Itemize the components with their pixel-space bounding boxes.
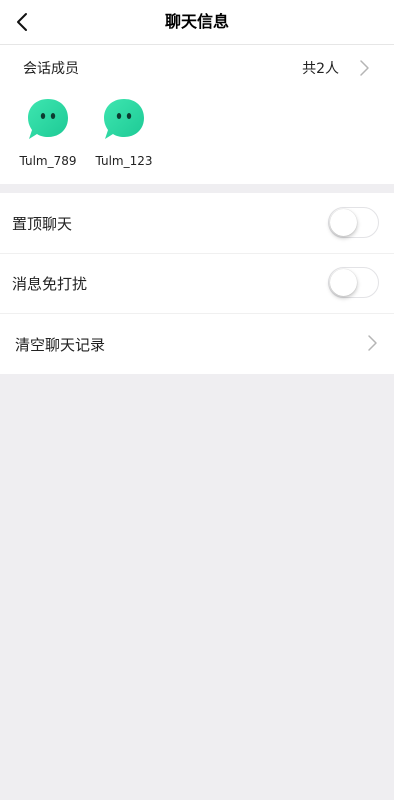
clear-history-label: 清空聊天记录: [15, 336, 106, 354]
toggle-knob: [330, 209, 357, 236]
pin-chat-label: 置顶聊天: [12, 215, 73, 233]
clear-history-row[interactable]: 清空聊天记录: [0, 313, 394, 373]
chat-bubble-avatar-icon: [28, 99, 68, 139]
pin-chat-toggle[interactable]: [328, 207, 379, 238]
toggle-knob: [330, 269, 357, 296]
setting-row-pin-chat: 置顶聊天: [0, 193, 394, 254]
chevron-right-icon: [368, 335, 377, 351]
members-title: 会话成员: [23, 61, 79, 77]
settings-list: 置顶聊天 消息免打扰 清空聊天记录: [0, 193, 394, 374]
members-section: 会话成员 共2人 Tulm_789 Tulm_123: [0, 45, 394, 184]
nav-header: 聊天信息: [0, 0, 394, 45]
mute-label: 消息免打扰: [12, 275, 88, 293]
member-item[interactable]: Tulm_123: [89, 97, 159, 168]
member-name: Tulm_789: [19, 154, 77, 168]
chat-bubble-avatar-icon: [104, 99, 144, 139]
mute-toggle[interactable]: [328, 267, 379, 298]
chevron-right-icon: [360, 60, 369, 76]
members-row[interactable]: 会话成员 共2人: [0, 45, 394, 91]
page-title: 聊天信息: [164, 12, 229, 31]
member-item[interactable]: Tulm_789: [13, 97, 83, 168]
member-name: Tulm_123: [95, 154, 153, 168]
members-count: 共2人: [302, 61, 339, 77]
setting-row-mute: 消息免打扰: [0, 253, 394, 314]
